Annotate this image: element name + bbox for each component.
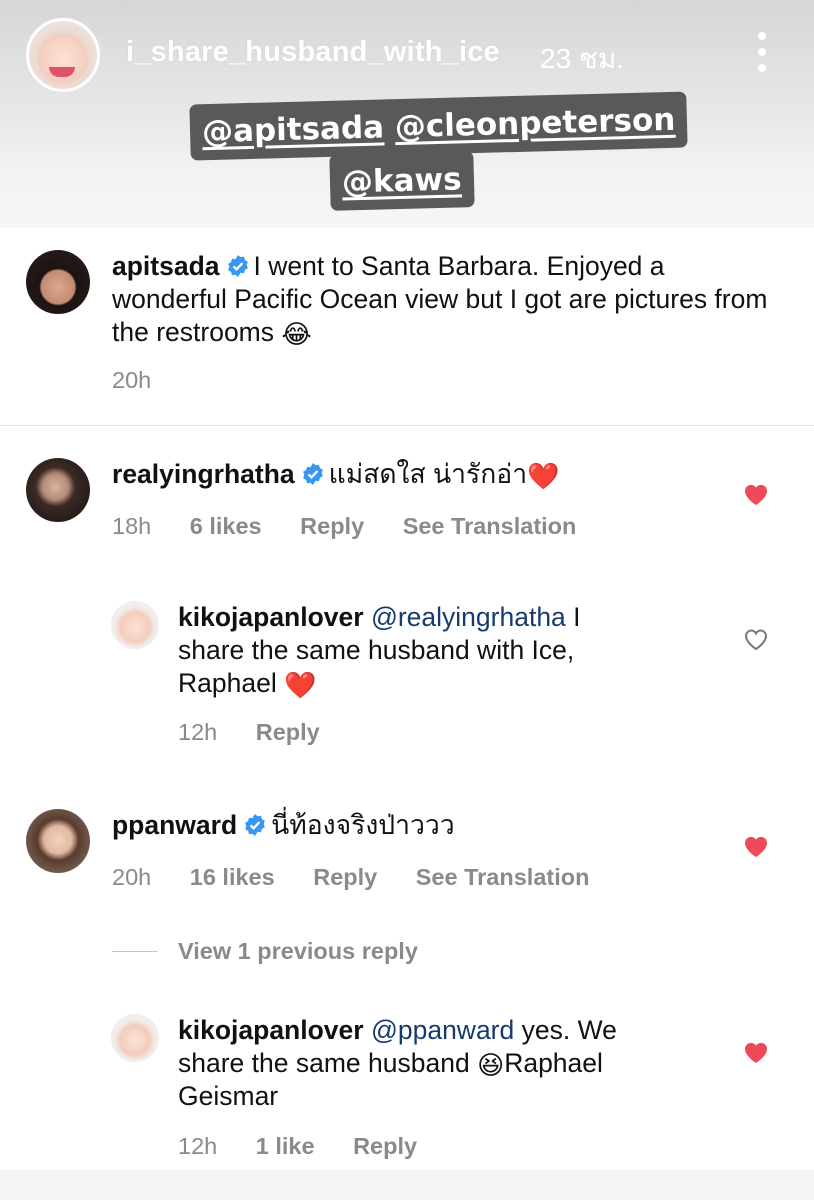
like-heart-filled-icon[interactable] [743,482,769,506]
verified-badge-icon [245,814,266,836]
verified-badge-icon [227,255,248,277]
story-header: i_share_husband_with_ice 23 ชม. @apitsad… [0,0,814,228]
reply-button[interactable]: Reply [256,719,320,745]
like-heart-filled-icon[interactable] [743,1040,769,1064]
grinning-squint-emoji-icon: 😆 [477,1050,505,1080]
avatar-kikojapanlover[interactable] [111,1014,159,1062]
comment-time: 12h [178,719,218,745]
comment-text: นี่ท้องจริงป่าววว [271,810,455,840]
mention-link[interactable]: @realyingrhatha [371,602,566,632]
comment-username[interactable]: kikojapanlover [178,602,364,632]
comment-meta: 20h 16 likes Reply See Translation [112,864,621,891]
comment-text: I [573,602,581,632]
verified-badge-icon [302,463,323,485]
avatar-kikojapanlover[interactable] [111,601,159,649]
more-options-icon[interactable] [752,32,772,72]
like-heart-outline-icon[interactable] [743,627,769,651]
comment-meta: 12h 1 like Reply [178,1133,449,1160]
comment-meta: 20h [112,367,183,394]
like-heart-filled-icon[interactable] [743,834,769,858]
comment-time: 20h [112,864,152,890]
story-username[interactable]: i_share_husband_with_ice [126,36,500,69]
comment-username[interactable]: kikojapanlover [178,1015,364,1045]
caption-comment: apitsada I went to Santa Barbara. Enjoyed… [112,250,772,349]
comment-time: 18h [112,513,152,539]
mention-link[interactable]: @ppanward [371,1015,514,1045]
laughing-tears-emoji-icon: 😂 [281,319,312,349]
comment: ppanward นี่ท้องจริงป่าววว [112,809,732,842]
comment-text: Geismar [178,1081,279,1111]
comment-likes[interactable]: 16 likes [190,864,275,890]
divider [0,425,814,426]
comment-username[interactable]: realyingrhatha [112,459,295,489]
view-replies-line [112,951,158,952]
comment-time: 20h [112,367,152,393]
comment-text: yes. We [521,1015,617,1045]
story-mention-tags: @apitsada @cleonpeterson [189,91,689,161]
comment-likes[interactable]: 1 like [256,1133,315,1159]
mention-tag-apitsada[interactable]: @apitsada [202,109,385,150]
story-time: 23 ชม. [540,43,625,74]
avatar-realyingrhatha[interactable] [26,458,90,522]
comment-text: share the same husband with Ice, [178,635,575,665]
see-translation-button[interactable]: See Translation [403,513,577,539]
reply-comment: kikojapanlover @realyingrhatha I share t… [178,601,698,700]
reply-button[interactable]: Reply [313,864,377,890]
comment-time: 12h [178,1133,218,1159]
mention-tag-cleonpeterson[interactable]: @cleonpeterson [394,102,675,145]
comment-username[interactable]: apitsada [112,251,220,281]
story-mention-tag-row: @kaws [329,151,475,211]
comment-text: Raphael [178,668,277,698]
reply-comment: kikojapanlover @ppanward yes. We share t… [178,1014,698,1113]
comment-meta: 18h 6 likes Reply See Translation [112,513,608,540]
comment: realyingrhatha แม่สดใส น่ารักอ่า❤️ [112,458,732,491]
red-heart-emoji-icon: ❤️ [527,461,560,491]
reply-button[interactable]: Reply [353,1133,417,1159]
comment-text: share the same husband [178,1048,470,1078]
comment-text: Raphael [504,1048,603,1078]
avatar-apitsada[interactable] [26,250,90,314]
mention-tag-kaws[interactable]: @kaws [342,161,463,200]
view-previous-reply-button[interactable]: View 1 previous reply [178,938,418,965]
comment-meta: 12h Reply [178,719,352,746]
comment-likes[interactable]: 6 likes [190,513,262,539]
bottom-bar [0,1170,814,1200]
comment-text: แม่สดใส น่ารักอ่า [328,459,528,489]
comment-username[interactable]: ppanward [112,810,237,840]
see-translation-button[interactable]: See Translation [416,864,590,890]
story-avatar[interactable] [26,18,100,92]
avatar-ppanward[interactable] [26,809,90,873]
red-heart-emoji-icon: ❤️ [284,670,317,700]
reply-button[interactable]: Reply [300,513,364,539]
